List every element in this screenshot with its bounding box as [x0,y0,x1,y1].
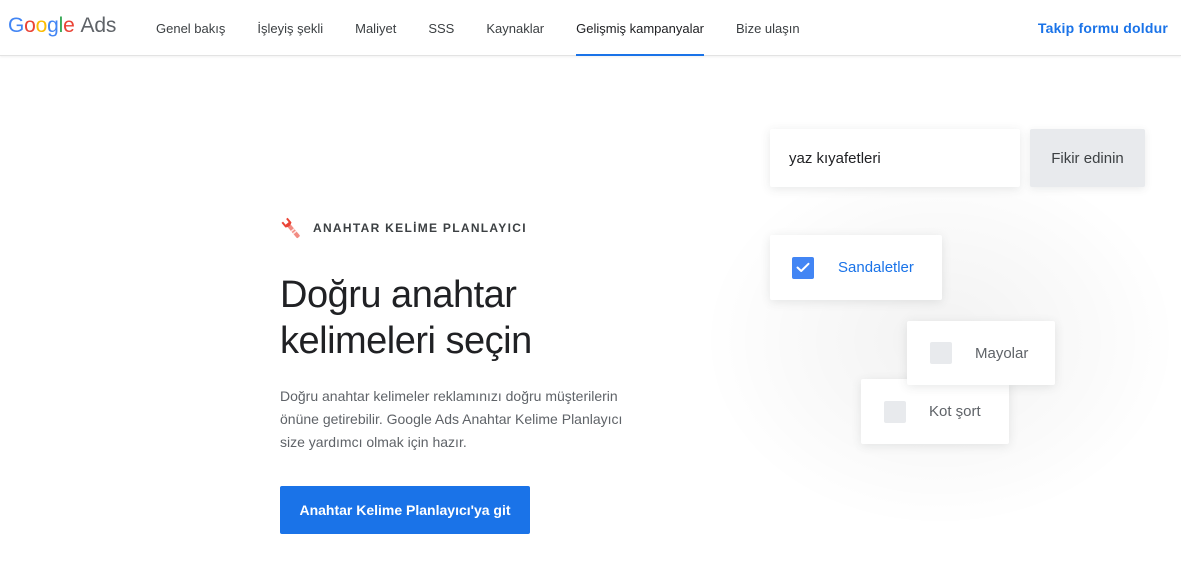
nav-item-cost[interactable]: Maliyet [339,0,412,56]
keyword-label: Kot şort [929,403,981,420]
nav-item-overview[interactable]: Genel bakış [140,0,241,56]
nav-item-faq[interactable]: SSS [412,0,470,56]
top-header: Google Ads Genel bakış İşleyiş şekli Mal… [0,0,1181,56]
nav-item-resources[interactable]: Kaynaklar [470,0,560,56]
keyword-card-sandals: Sandaletler [770,235,942,300]
logo-letter: e [63,14,75,37]
unchecked-checkbox-icon [884,400,906,423]
google-ads-logo[interactable]: Google Ads [8,14,116,42]
get-ideas-button: Fikir edinin [1030,129,1145,187]
keyword-label: Mayolar [975,344,1029,362]
hero-description: Doğru anahtar kelimeler reklamınızı doğr… [280,388,623,450]
keyword-planner-button[interactable]: Anahtar Kelime Planlayıcı'ya git [280,486,530,534]
checked-checkbox-icon [792,256,814,279]
section-eyebrow: ANAHTAR KELİME PLANLAYICI [280,216,527,240]
unchecked-checkbox-icon [930,342,952,364]
eyebrow-label: ANAHTAR KELİME PLANLAYICI [313,221,527,235]
keyword-card-denim-shorts: Kot şort [861,379,1009,444]
logo-letter: g [47,14,59,37]
keyword-search-field: yaz kıyafetleri [770,129,1020,187]
nav-item-advanced-campaigns[interactable]: Gelişmiş kampanyalar [560,0,720,56]
keyword-card-swimsuits: Mayolar [907,321,1055,385]
checkmark-icon [796,262,810,272]
main-nav: Genel bakış İşleyiş şekli Maliyet SSS Ka… [140,0,816,56]
logo-product-name: Ads [80,14,117,37]
nav-item-contact[interactable]: Bize ulaşın [720,0,816,56]
logo-letter: G [8,14,25,37]
nav-item-how-it-works[interactable]: İşleyiş şekli [241,0,339,56]
logo-letter: o [24,14,36,37]
follow-up-form-link[interactable]: Takip formu doldur [1038,0,1168,56]
logo-letter: o [35,14,48,37]
page-title: Doğru anahtar kelimeleri seçin [280,274,532,362]
search-field-value: yaz kıyafetleri [789,149,881,167]
wrench-icon [281,217,300,239]
keyword-label: Sandaletler [838,259,914,276]
